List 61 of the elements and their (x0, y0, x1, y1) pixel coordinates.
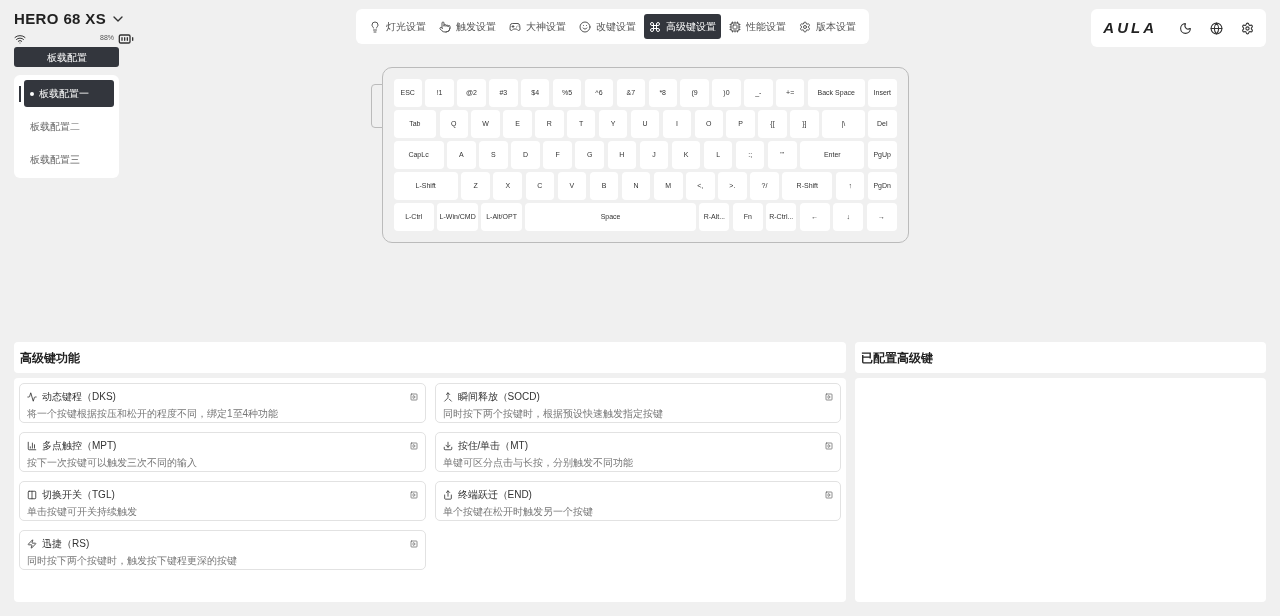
lightbulb-icon (369, 20, 382, 33)
chip-icon (729, 20, 742, 33)
function-card[interactable]: 切换开关（TGL) 单击按键可开关持续触发 (19, 481, 426, 521)
function-card[interactable]: 多点触控（MPT) 按下一次按键可以触发三次不同的输入 (19, 432, 426, 472)
function-description: 同时按下两个按键时，根据预设快速触发指定按键 (442, 408, 664, 420)
function-title: 多点触控（MPT) (42, 439, 117, 453)
function-description: 单键可区分点击与长按，分别触发不同功能 (442, 457, 634, 469)
columns-icon (27, 489, 37, 500)
nav-tab[interactable]: 灯光设置 (364, 14, 432, 39)
section-title: 已配置高级键 (861, 349, 933, 367)
lightning-icon (27, 538, 37, 549)
function-title: 迅捷（RS) (42, 537, 90, 551)
function-card[interactable]: 动态键程（DKS) 将一个按键根据按压和松开的程度不同，绑定1至4种功能 (19, 383, 426, 423)
function-description: 将一个按键根据按压和松开的程度不同，绑定1至4种功能 (27, 408, 280, 420)
gamepad-icon (509, 20, 522, 33)
wifi-icon (14, 32, 26, 45)
smile-icon (579, 20, 592, 33)
nav-tab[interactable]: 性能设置 (724, 14, 792, 39)
settings-icon (799, 20, 812, 33)
merge-icon (442, 391, 453, 402)
section-title: 高级键功能 (20, 349, 80, 367)
nav-tab[interactable]: 大神设置 (504, 14, 572, 39)
function-description: 单个按键在松开时触发另一个按键 (442, 506, 594, 518)
function-title: 瞬间释放（SOCD) (457, 390, 540, 404)
function-card[interactable]: 瞬间释放（SOCD) 同时按下两个按键时，根据预设快速触发指定按键 (434, 383, 841, 423)
function-title: 动态键程（DKS) (42, 390, 116, 404)
command-icon (649, 20, 662, 33)
play-icon[interactable] (409, 441, 418, 450)
function-description: 同时按下两个按键时，触发按下键程更深的按键 (27, 555, 238, 567)
settings-icon[interactable] (1241, 21, 1254, 35)
function-card[interactable]: 按住/单击（MT) 单键可区分点击与长按，分别触发不同功能 (434, 432, 841, 472)
profile-item[interactable]: 板载配置二 (24, 113, 114, 140)
function-title: 切换开关（TGL) (42, 488, 115, 502)
globe-icon[interactable] (1210, 21, 1223, 35)
brand-logo: AULA (1103, 17, 1157, 38)
nav-tab[interactable]: 触发设置 (434, 14, 502, 39)
function-card[interactable]: 迅捷（RS) 同时按下两个按键时，触发按下键程更深的按键 (19, 530, 426, 570)
pointer-icon (439, 20, 452, 33)
play-icon[interactable] (825, 392, 833, 401)
function-title: 按住/单击（MT) (457, 439, 529, 453)
nav-tab[interactable]: 改键设置 (574, 14, 642, 39)
nav-tab[interactable]: 版本设置 (794, 14, 862, 39)
moon-icon[interactable] (1179, 21, 1192, 35)
device-name: HERO 68 XS (14, 9, 107, 29)
function-title: 终端跃迁（END) (457, 488, 532, 502)
function-description: 按下一次按键可以触发三次不同的输入 (27, 457, 198, 469)
profile-item[interactable]: 板载配置一 (24, 80, 114, 107)
play-icon[interactable] (825, 441, 833, 450)
function-card[interactable]: 终端跃迁（END) 单个按键在松开时触发另一个按键 (434, 481, 841, 521)
play-icon[interactable] (825, 490, 833, 499)
nav-tab[interactable]: 高级键设置 (644, 14, 722, 39)
wave-icon (27, 391, 37, 402)
onboard-config-button[interactable]: 板载配置 (14, 47, 119, 67)
bar-chart-icon (27, 440, 37, 451)
play-icon[interactable] (409, 539, 418, 548)
play-icon[interactable] (409, 392, 418, 401)
profile-item[interactable]: 板载配置三 (24, 146, 114, 173)
share-icon (442, 489, 453, 500)
download-icon (442, 440, 453, 451)
function-description: 单击按键可开关持续触发 (27, 506, 138, 518)
play-icon[interactable] (409, 490, 418, 499)
